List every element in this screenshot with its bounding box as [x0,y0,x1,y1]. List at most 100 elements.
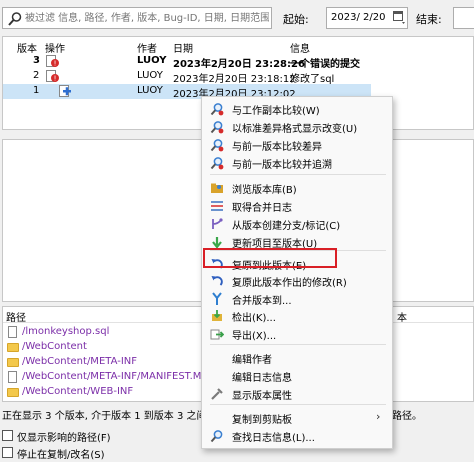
find-icon [210,430,223,443]
branch-icon [212,218,223,229]
menu-item-checkout[interactable]: 检出(K)... [205,307,390,325]
search-icon[interactable] [7,11,23,27]
menu-item-merge-revision[interactable]: 合并版本到... [205,290,390,308]
stop-on-copy-option[interactable]: 停止在复制/改名(S) [2,446,132,461]
svg-text:!: ! [54,60,57,68]
path-row[interactable]: /WebContent/META-INF/MANIFEST.MF [5,371,208,385]
magnifier-icon [210,103,224,116]
revert-changes-icon [211,276,223,286]
menu-item-label: 显示版本属性 [232,391,292,402]
search-input[interactable] [25,10,269,26]
repo-browser-icon [211,183,223,193]
menu-item-label: 检出(K)... [232,313,276,324]
status-text: 正在显示 3 个版本, 介于版本 1 到版本 3 之间 [2,411,207,422]
column-header-author[interactable]: 作者 [137,40,157,55]
checkout-icon [212,310,222,321]
menu-item-search-log[interactable]: 查找日志信息(L)... [205,427,390,445]
path-row[interactable]: /WebContent/META-INF [5,356,205,370]
stop-on-copy-checkbox[interactable] [2,447,13,458]
svg-text:!: ! [54,75,57,83]
menu-separator [210,174,386,175]
revision-number: 1 [33,85,40,96]
properties-icon [211,388,223,400]
only-affected-paths-option[interactable]: 仅显示影响的路径(F) [2,429,132,444]
menu-item-merge-log[interactable]: 取得合并日志 [205,197,390,215]
only-affected-paths-checkbox[interactable] [2,430,13,441]
menu-separator [210,344,386,345]
menu-item-label: 以标准差异格式显示改变(U) [232,124,358,135]
menu-item-label: 导出(X)... [232,331,277,342]
path-row[interactable]: /WebContent [5,341,205,355]
path-text: /lmonkeyshop.sql [22,326,110,337]
menu-item-edit-author[interactable]: 编辑作者 [205,349,390,367]
menu-item-revert-changes[interactable]: 复原此版本作出的修改(R) [205,272,390,290]
column-header-revision-partial[interactable]: 本 [397,309,407,324]
path-text: /WebContent/WEB-INF [22,386,134,397]
menu-item-label: 与工作副本比较(W) [232,106,320,117]
context-menu: 与工作副本比较(W) 以标准差异格式显示改变(U) 与前一版本比较差异 与前一版本比较… [201,96,393,449]
update-icon [212,237,222,249]
folder-icon [7,343,19,352]
highlight-annotation [203,248,337,268]
column-header-message[interactable]: 信息 [290,40,310,55]
menu-item-blame-previous[interactable]: 与前一版本比较并追溯 [205,154,390,172]
end-date-picker[interactable] [453,7,474,29]
column-header-revision[interactable]: 版本 [17,40,37,55]
path-row[interactable]: /WebContent/WEB-INF [5,386,205,400]
file-icon [8,371,17,383]
column-header-actions[interactable]: 操作 [45,40,65,55]
menu-item-label: 复原此版本作出的修改(R) [232,278,347,289]
menu-item-copy-to-clipboard[interactable]: 复制到剪贴板 › [205,409,390,427]
menu-item-label: 从版本创建分支/标记(C) [232,221,341,232]
menu-item-show-unified-diff[interactable]: 以标准差异格式显示改变(U) [205,118,390,136]
calendar-dropdown-icon[interactable] [393,10,406,26]
column-header-path[interactable]: 路径 [6,309,26,324]
status-text-tail: 路径。 [392,411,422,422]
revision-author: LUOY [137,55,167,66]
added-action-icon [59,85,71,97]
only-affected-paths-label: 仅显示影响的路径(F) [17,433,111,444]
revision-date: 2023年2月20日 23:28:26 [173,59,305,70]
menu-item-label: 编辑作者 [232,355,272,366]
menu-item-browse-repository[interactable]: 浏览版本库(B) [205,179,390,197]
revision-row[interactable]: 2 ! LUOY 2023年2月20日 23:18:12 修改了sql [3,69,473,85]
merge-icon [212,292,222,305]
start-date-picker[interactable]: 2023/ 2/20 [326,7,408,29]
menu-item-export[interactable]: 导出(X)... [205,325,390,343]
menu-item-label: 与前一版本比较并追溯 [232,160,332,171]
revision-row[interactable]: 3 ! LUOY 2023年2月20日 23:28:26 一个错误的提交 [3,54,473,70]
path-text: /WebContent [22,341,87,352]
submenu-arrow-icon: › [376,410,381,423]
menu-item-create-branch-tag[interactable]: 从版本创建分支/标记(C) [205,215,390,233]
path-text: /WebContent/META-INF/MANIFEST.MF [22,371,208,382]
start-date-label: 起始: [283,13,309,26]
path-row[interactable]: /lmonkeyshop.sql [5,326,205,340]
menu-item-compare-previous[interactable]: 与前一版本比较差异 [205,136,390,154]
path-text: /WebContent/META-INF [22,356,137,367]
revision-author: LUOY [137,85,163,96]
revision-number: 2 [33,70,40,81]
filter-bar: 起始: 2023/ 2/20 结束: [0,0,474,36]
start-date-value: 2023/ 2/20 [331,12,386,23]
modified-action-icon: ! [46,70,59,83]
export-icon [210,329,224,340]
revision-date: 2023年2月20日 23:18:12 [173,74,296,85]
file-icon [8,326,17,338]
search-field[interactable] [2,7,272,29]
menu-item-label: 与前一版本比较差异 [232,142,322,153]
revision-message: 修改了sql [290,74,335,85]
menu-separator [210,404,386,405]
menu-item-show-properties[interactable]: 显示版本属性 [205,385,390,403]
menu-item-label: 复制到剪贴板 [232,415,292,426]
menu-item-compare-working-copy[interactable]: 与工作副本比较(W) [205,100,390,118]
column-header-date[interactable]: 日期 [173,40,193,55]
menu-item-label: 合并版本到... [232,296,292,307]
modified-action-icon: ! [46,55,59,68]
menu-item-label: 取得合并日志 [232,203,292,214]
menu-item-edit-log-message[interactable]: 编辑日志信息 [205,367,390,385]
menu-item-label: 编辑日志信息 [232,373,292,384]
merge-log-icon [211,201,223,211]
revision-author: LUOY [137,70,163,81]
menu-item-label: 浏览版本库(B) [232,185,297,196]
revision-message: 一个错误的提交 [290,59,360,70]
